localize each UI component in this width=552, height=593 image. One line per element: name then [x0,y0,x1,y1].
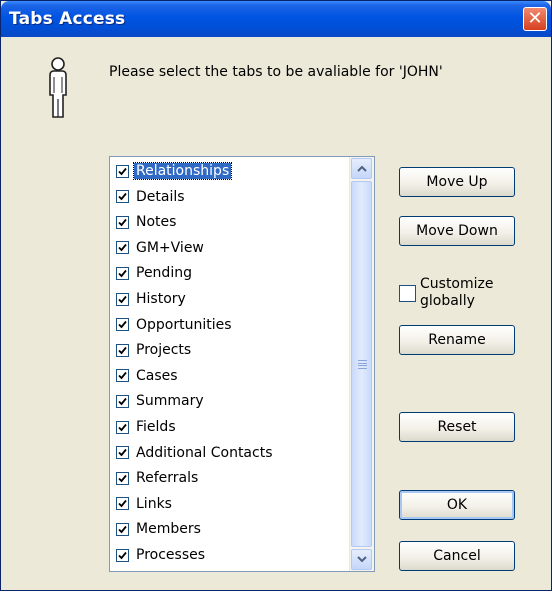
chevron-down-icon [356,556,367,563]
tab-item-label: Details [136,188,185,205]
checkmark-icon [118,372,127,380]
tab-list-item[interactable]: History [116,287,188,311]
tab-list-item[interactable]: Links [116,492,174,516]
tab-list-item[interactable]: Additional Contacts [116,441,275,465]
tab-list-item[interactable]: Projects [116,338,193,362]
cancel-button[interactable]: Cancel [399,541,515,571]
tab-checkbox[interactable] [116,369,129,383]
scroll-grip [358,360,367,369]
tab-item-label: Processes [136,547,206,563]
tabs-access-dialog: Tabs Access ✕ Please select the tabs to … [0,0,552,591]
tab-list-item[interactable]: Members [116,517,203,541]
checkmark-icon [118,244,127,252]
checkmark-icon [118,167,127,175]
tab-item-label: Projects [136,342,192,359]
tab-item-label: Members [136,521,201,538]
tab-item-label: Relationships [132,162,233,180]
tab-checkbox[interactable] [116,266,129,280]
tab-item-label: Opportunities [136,316,232,333]
checkmark-icon [118,321,127,329]
tab-checkbox[interactable] [116,241,129,255]
tab-checkbox[interactable] [116,215,129,229]
tab-list-item[interactable]: Cases [116,364,180,388]
close-icon: ✕ [527,8,543,29]
tab-list-item[interactable]: Fields [116,415,178,439]
tab-item-label: Referrals [136,470,199,487]
checkmark-icon [118,474,127,483]
tabs-checklist[interactable]: Relationships Details Notes GM+View Pending H… [109,156,375,572]
checkmark-icon [118,295,127,303]
checkmark-icon [118,346,127,355]
tab-list-item[interactable]: Relationships [116,159,233,183]
scroll-down-button[interactable] [351,549,372,570]
scroll-thumb[interactable] [351,181,372,547]
dialog-title: Tabs Access [9,9,126,29]
tab-checkbox[interactable] [116,446,129,460]
tab-item-label: Notes [136,214,177,231]
tab-item-label: Fields [136,419,176,435]
tab-list-item[interactable]: Processes [116,543,207,567]
ok-button[interactable]: OK [399,490,515,520]
checkmark-icon [118,551,127,559]
reset-button[interactable]: Reset [399,412,515,442]
customize-globally-box[interactable] [399,285,416,302]
tab-checkbox[interactable] [116,497,129,511]
instruction-text: Please select the tabs to be avaliable f… [109,64,443,80]
tab-list-item[interactable]: Referrals [116,466,200,490]
checkmark-icon [118,193,127,201]
tab-checkbox[interactable] [116,190,129,204]
tab-item-label: GM+View [136,239,204,256]
checkmark-icon [118,423,127,431]
title-bar[interactable]: Tabs Access ✕ [1,1,551,37]
tab-checkbox[interactable] [116,394,129,408]
tab-item-label: History [136,291,186,307]
tab-checkbox[interactable] [116,420,129,434]
tab-checkbox[interactable] [116,164,129,178]
customize-globally-checkbox[interactable]: Customize globally [399,273,519,313]
scroll-up-button[interactable] [351,158,372,179]
checkmark-icon [118,449,127,457]
tab-checkbox[interactable] [116,318,129,332]
tab-item-label: Pending [136,265,192,282]
tabs-checklist-items: Relationships Details Notes GM+View Pending H… [110,157,350,571]
rename-button[interactable]: Rename [399,325,515,355]
customize-globally-label: Customize globally [420,276,494,309]
tab-checkbox[interactable] [116,548,129,562]
tab-list-item[interactable]: Details [116,185,187,209]
checkmark-icon [118,397,127,406]
tab-list-item[interactable]: Summary [116,389,206,413]
move-up-button[interactable]: Move Up [399,167,515,197]
tab-checkbox[interactable] [116,343,129,357]
tab-item-label: Cases [136,367,178,384]
tab-checkbox[interactable] [116,471,129,485]
user-icon [49,57,67,118]
tab-item-label: Links [136,495,172,512]
checkmark-icon [118,218,127,227]
vertical-scrollbar[interactable] [349,157,374,571]
tab-list-item[interactable]: Pending [116,261,194,285]
checkmark-icon [118,500,127,508]
tab-checkbox[interactable] [116,522,129,536]
checkmark-icon [118,269,127,278]
close-button[interactable]: ✕ [523,7,547,31]
tab-checkbox[interactable] [116,292,129,306]
tab-item-label: Additional Contacts [136,444,273,461]
move-down-button[interactable]: Move Down [399,216,515,246]
checkmark-icon [118,525,127,534]
chevron-up-icon [356,165,367,172]
tab-list-item[interactable]: Notes [116,210,178,234]
tab-list-item[interactable]: Opportunities [116,313,234,337]
tab-list-item[interactable]: GM+View [116,236,206,260]
tab-item-label: Summary [136,393,204,410]
